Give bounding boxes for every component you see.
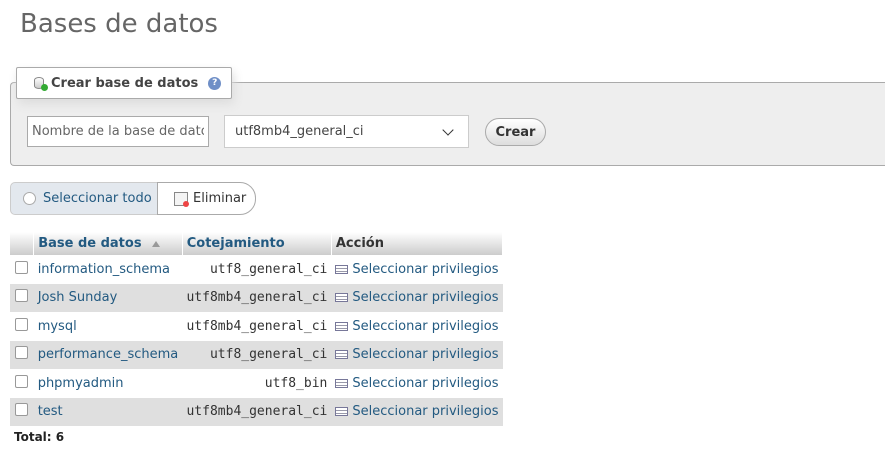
row-checkbox[interactable] [15, 289, 29, 303]
privileges-label: Seleccionar privilegios [352, 347, 499, 363]
chevron-down-icon [442, 124, 454, 136]
page-title: Bases de datos [20, 9, 218, 39]
create-button[interactable]: Crear [485, 118, 546, 146]
privileges-link[interactable]: Seleccionar privilegios [331, 340, 503, 369]
table-row: test utf8mb4_general_ci Seleccionar privil… [10, 397, 503, 426]
delete-label: Eliminar [193, 191, 247, 206]
collation-select[interactable]: utf8mb4_general_ci [224, 115, 469, 148]
table-header-row: Base de datos Cotejamiento Acción [10, 232, 504, 255]
row-checkbox-cell [10, 255, 34, 284]
select-all-toggle[interactable]: Seleccionar todo [10, 182, 159, 215]
privileges-link[interactable]: Seleccionar privilegios [331, 255, 502, 284]
collation-value: utf8mb4_general_ci [182, 283, 332, 312]
collation-value: utf8mb4_general_ci [182, 397, 332, 426]
total-count: Total: 6 [14, 430, 65, 444]
bulk-actions-bar: Seleccionar todo Eliminar [10, 182, 256, 215]
collation-column-header[interactable]: Cotejamiento [182, 232, 332, 255]
row-checkbox[interactable] [15, 260, 29, 274]
row-checkbox-cell [10, 283, 34, 312]
collation-value: utf8_general_ci [182, 340, 332, 369]
help-icon[interactable]: ? [208, 76, 222, 90]
row-checkbox-cell [10, 312, 34, 341]
checkbox-header [10, 232, 35, 255]
collation-select-value: utf8mb4_general_ci [235, 124, 364, 139]
collation-value: utf8mb4_general_ci [186, 318, 328, 334]
database-name-link[interactable]: mysql [34, 312, 183, 341]
row-checkbox-cell [10, 369, 34, 398]
privileges-link[interactable]: Seleccionar privilegios [331, 283, 503, 312]
table-row: information_schema utf8_general_ci Selecci… [10, 255, 503, 284]
table-row: mysql utf8mb4_general_ci Seleccionar privi… [10, 312, 503, 341]
table-row: performance_schema utf8_general_ci Selecci… [10, 340, 503, 369]
privileges-icon [335, 407, 349, 417]
trash-icon [174, 191, 189, 207]
delete-button[interactable]: Eliminar [157, 182, 256, 215]
privileges-icon [335, 378, 349, 388]
privileges-icon [335, 321, 349, 331]
collation-value: utf8_bin [264, 375, 328, 391]
database-name-link[interactable]: test [33, 397, 183, 426]
table-row: Josh Sunday utf8mb4_general_ci Seleccionar… [10, 283, 503, 312]
privileges-label: Seleccionar privilegios [352, 318, 499, 334]
privileges-label: Seleccionar privilegios [352, 261, 499, 277]
row-checkbox-cell [10, 397, 34, 426]
sort-ascending-icon [151, 240, 160, 247]
row-checkbox[interactable] [15, 346, 29, 360]
action-column-header: Acción [331, 232, 504, 255]
privileges-label: Seleccionar privilegios [352, 375, 499, 391]
database-name-link[interactable]: phpmyadmin [34, 369, 183, 398]
databases-table: Base de datos Cotejamiento Acción inform… [10, 232, 504, 426]
privileges-icon [335, 264, 349, 274]
database-add-icon [33, 76, 48, 91]
row-checkbox[interactable] [15, 374, 29, 388]
privileges-label: Seleccionar privilegios [352, 404, 499, 420]
create-database-legend: Crear base de datos ? [16, 67, 233, 99]
privileges-icon [335, 350, 349, 360]
privileges-link[interactable]: Seleccionar privilegios [331, 369, 502, 398]
database-column-header[interactable]: Base de datos [33, 232, 183, 255]
collation-value: utf8_general_ci [209, 261, 328, 277]
create-database-title: Crear base de datos [51, 75, 199, 91]
table-row: phpmyadmin utf8_bin Seleccionar privilegio… [10, 369, 503, 398]
select-all-checkbox[interactable] [23, 192, 36, 205]
privileges-link[interactable]: Seleccionar privilegios [331, 312, 502, 341]
row-checkbox-cell [10, 340, 34, 369]
row-checkbox[interactable] [15, 317, 29, 331]
database-name-link[interactable]: information_schema [34, 255, 183, 284]
database-name-link[interactable]: performance_schema [33, 340, 183, 369]
select-all-label: Seleccionar todo [43, 191, 152, 206]
privileges-label: Seleccionar privilegios [352, 290, 499, 306]
database-name-link[interactable]: Josh Sunday [33, 283, 183, 312]
database-header-label: Base de datos [38, 236, 142, 251]
privileges-icon [335, 293, 349, 303]
privileges-link[interactable]: Seleccionar privilegios [331, 397, 503, 426]
row-checkbox[interactable] [15, 403, 29, 417]
database-name-input[interactable] [27, 116, 209, 147]
